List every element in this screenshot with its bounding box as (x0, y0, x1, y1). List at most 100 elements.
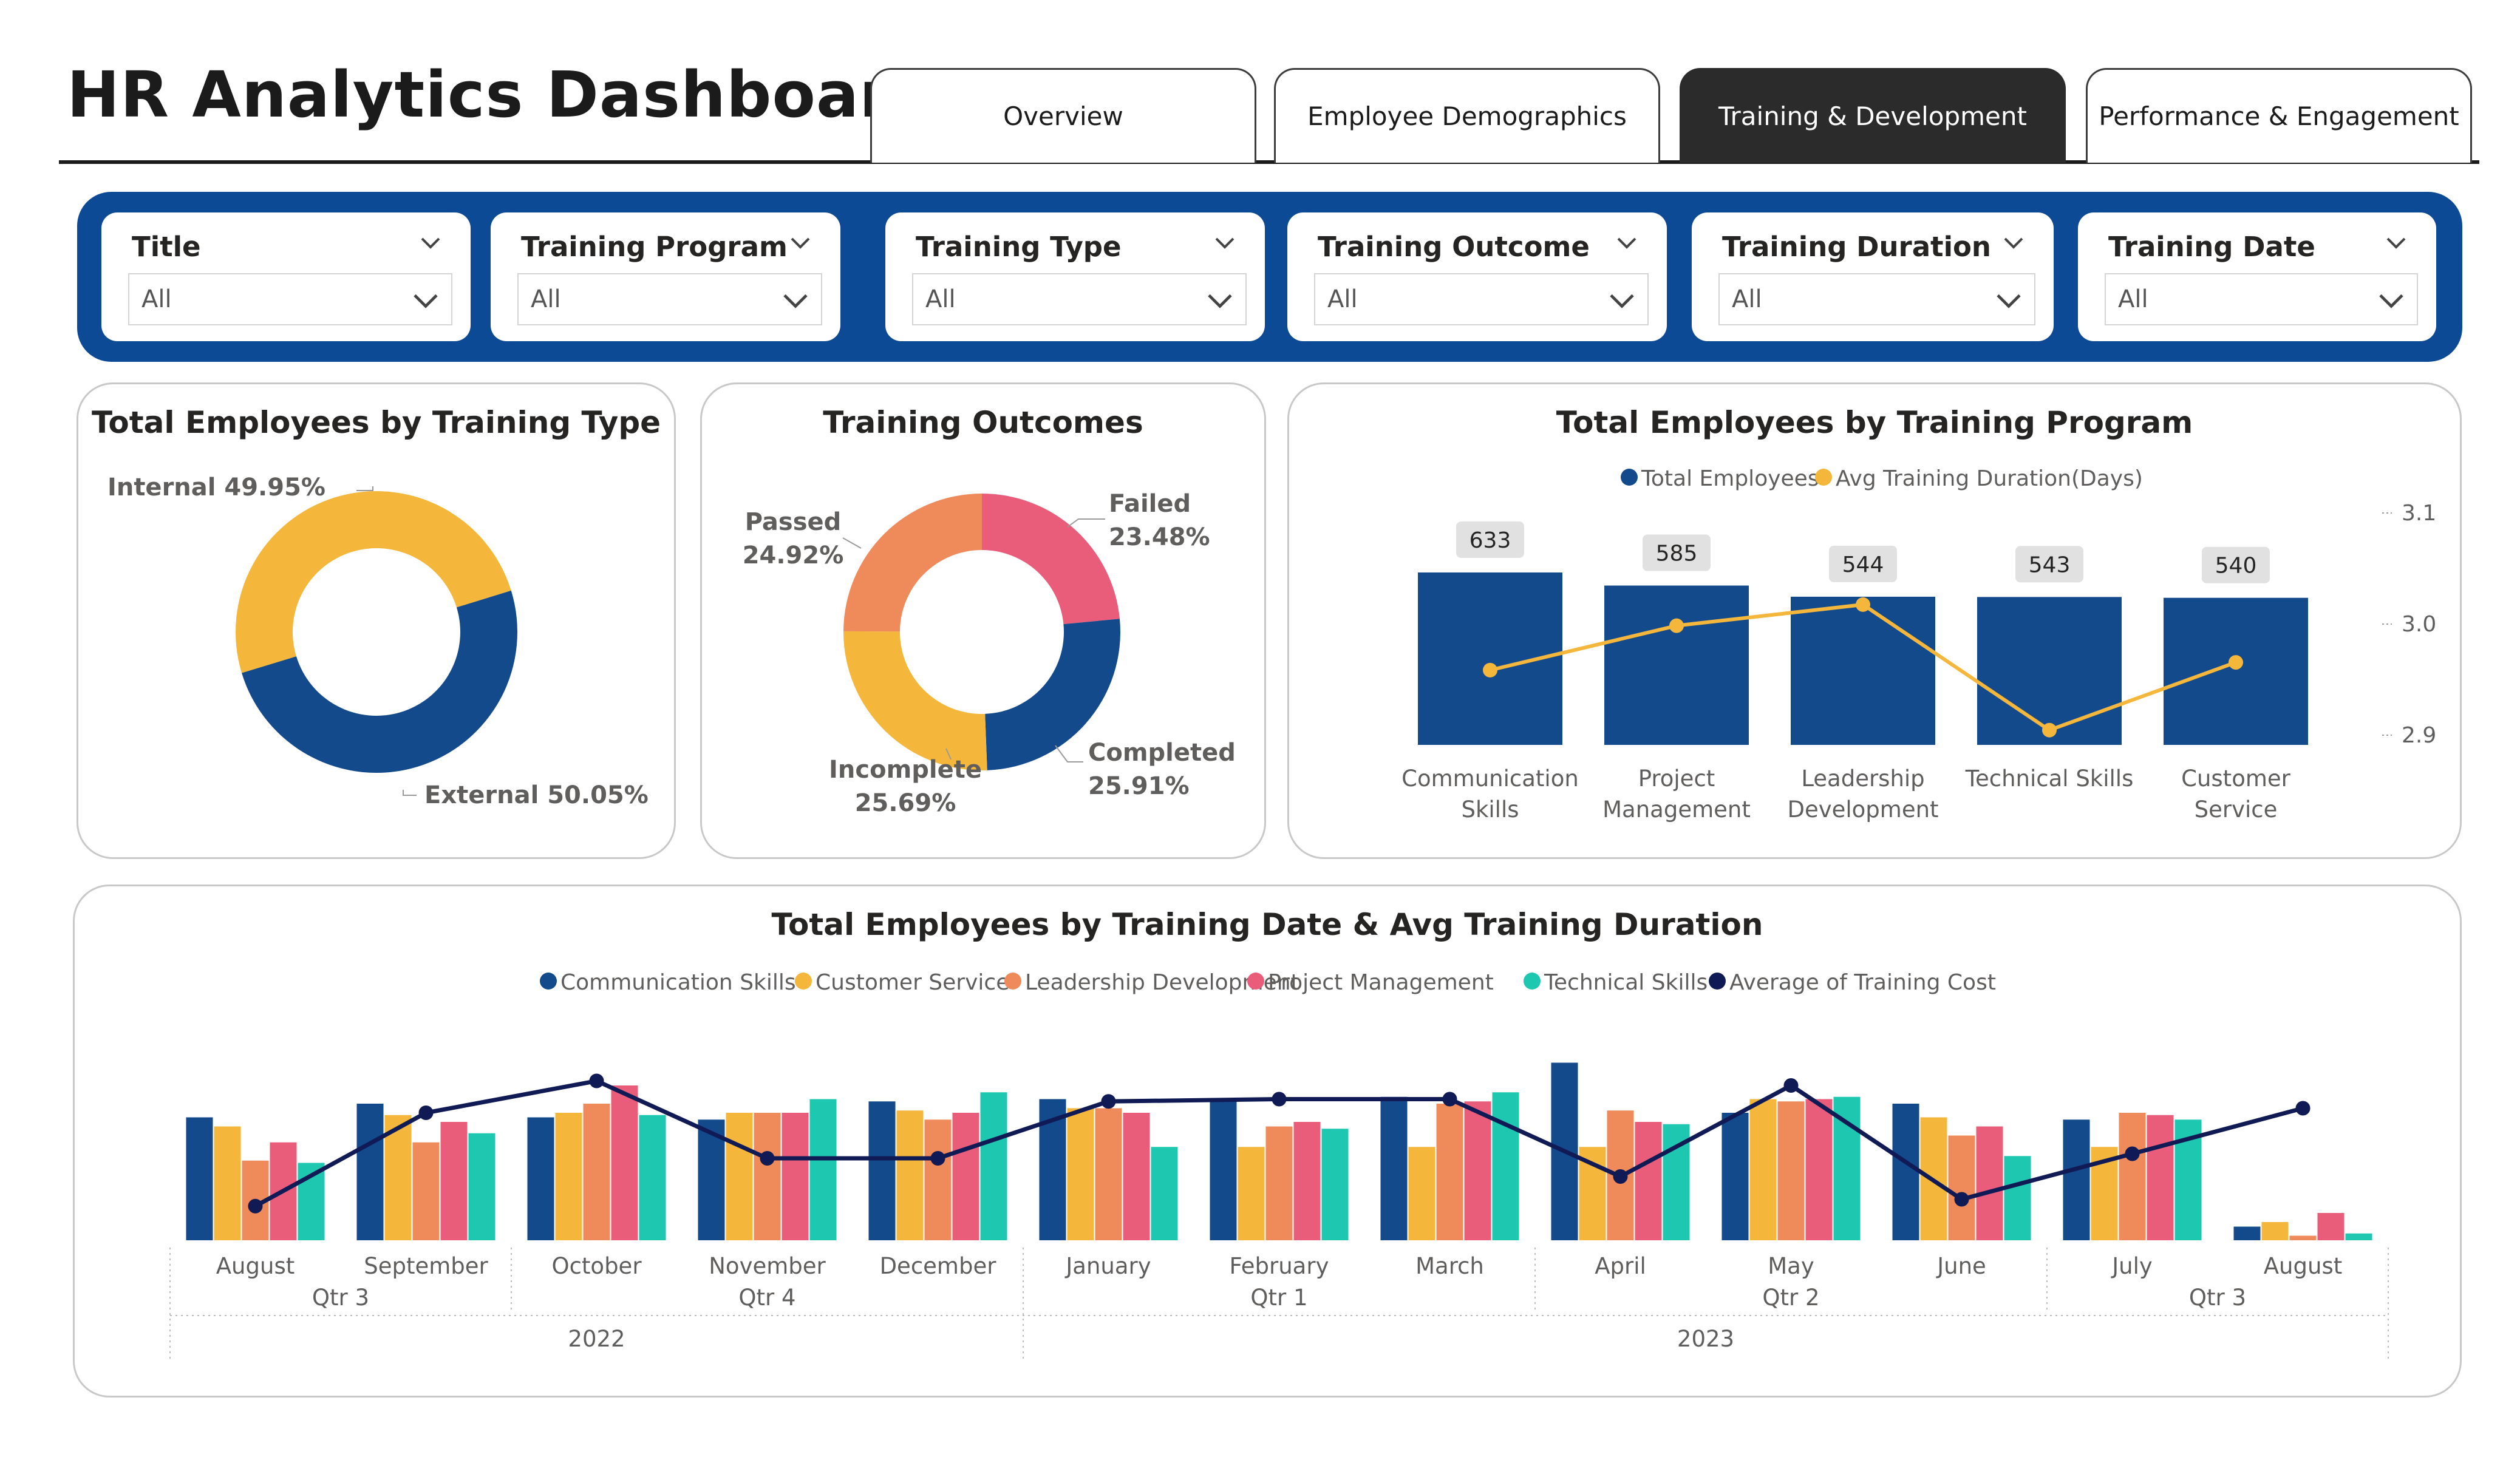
slicer-dropdown[interactable]: All (912, 273, 1247, 325)
line-point (1101, 1094, 1116, 1109)
donut-slice-passed (843, 494, 982, 632)
leader-line (842, 537, 862, 549)
chevron-down-icon[interactable] (2001, 231, 2026, 255)
data-label: 25.91% (1088, 772, 1190, 800)
category-label: Incomplete (829, 756, 982, 784)
chevron-down-icon[interactable] (1213, 231, 1237, 255)
slicer-dropdown[interactable]: All (517, 273, 822, 325)
bar (1805, 1099, 1833, 1240)
legend-label: Project Management (1268, 970, 1494, 995)
data-label: Internal 49.95% (107, 474, 325, 501)
bar (754, 1113, 781, 1240)
y2-tick-label: 3.0 (2402, 612, 2436, 637)
tab-label: Performance & Engagement (2099, 101, 2459, 131)
leader-line (356, 486, 373, 491)
x-tick-label: March (1415, 1253, 1484, 1279)
chevron-down-icon[interactable] (1994, 287, 2023, 316)
quarter-label: Qtr 2 (1762, 1285, 1819, 1311)
slicer-dropdown[interactable]: All (2105, 273, 2418, 325)
slicer-label: Training Program (521, 231, 788, 263)
x-tick-label: October (551, 1253, 642, 1279)
chevron-down-icon[interactable] (788, 231, 812, 255)
x-tick-label: January (1064, 1253, 1151, 1279)
chevron-down-icon[interactable] (1615, 231, 1639, 255)
line-point (1856, 597, 1870, 612)
slicer-dropdown[interactable]: All (128, 273, 452, 325)
tab-performance-engagement[interactable]: Performance & Engagement (2086, 68, 2472, 163)
x-tick-label: November (709, 1253, 826, 1279)
x-tick-label: August (2264, 1253, 2342, 1279)
card-training-outcomes: Training Outcomes Failed 23.48% Completed 2… (700, 382, 1266, 859)
x-tick-label: February (1230, 1253, 1329, 1279)
data-label: 543 (2029, 552, 2071, 577)
legend-label: Technical Skills (1544, 970, 1708, 995)
chevron-down-icon[interactable] (411, 287, 440, 316)
bar (1210, 1101, 1237, 1240)
x-tick-label: September (364, 1253, 488, 1279)
quarter-label: Qtr 3 (312, 1285, 369, 1311)
training-outcomes-donut: Failed 23.48% Completed 25.91% Incomplete 25.… (743, 490, 1236, 817)
slicer-dropdown[interactable]: All (1718, 273, 2035, 325)
bar (356, 1104, 384, 1240)
slicer-training-duration: Training Duration All (1692, 212, 2054, 341)
line-point (2042, 722, 2057, 738)
bar (2147, 1115, 2174, 1240)
legend-label: Average of Training Cost (1729, 970, 1996, 995)
chevron-down-icon[interactable] (2377, 287, 2406, 316)
legend-label: Total Employees (1641, 466, 1819, 491)
year-label: 2022 (568, 1326, 625, 1352)
data-label: 544 (1842, 552, 1884, 577)
slicer-value: All (1732, 285, 1762, 313)
line-point (1272, 1092, 1287, 1107)
slicer-title: Title All (101, 212, 471, 341)
quarter-label: Qtr 4 (738, 1285, 795, 1311)
data-label: 25.69% (855, 789, 956, 817)
training-program-chart: Total Employees Avg Training Duration(Day… (1401, 466, 2436, 823)
slicer-value: All (1327, 285, 1358, 313)
tab-overview[interactable]: Overview (870, 68, 1256, 163)
data-label: 24.92% (743, 542, 844, 569)
legend-label: Avg Training Duration(Days) (1836, 466, 2143, 491)
bar (1238, 1147, 1265, 1240)
slicer-training-date: Training Date All (2078, 212, 2436, 341)
tab-training-development[interactable]: Training & Development (1680, 68, 2066, 163)
legend-marker (795, 973, 812, 990)
bar (2261, 1222, 2289, 1240)
chevron-down-icon[interactable] (781, 287, 810, 316)
bar (2233, 1226, 2261, 1240)
line-point (1442, 1092, 1457, 1107)
legend-marker (1247, 973, 1264, 990)
chevron-down-icon[interactable] (1607, 287, 1636, 316)
chevron-down-icon[interactable] (418, 231, 443, 255)
slicer-value: All (2118, 285, 2148, 313)
bar (1321, 1129, 1349, 1240)
bar (468, 1133, 495, 1240)
legend-marker (1709, 973, 1726, 990)
data-label: 23.48% (1109, 523, 1210, 551)
line-point (2295, 1101, 2311, 1116)
slicer-value: All (141, 285, 172, 313)
x-tick-label: Leadership (1801, 766, 1924, 792)
training-type-donut: Internal 49.95% External 50.05% (107, 474, 649, 809)
slicer-dropdown[interactable]: All (1314, 273, 1649, 325)
chevron-down-icon[interactable] (1205, 287, 1234, 316)
chevron-down-icon[interactable] (2384, 231, 2408, 255)
bar (2063, 1119, 2090, 1240)
legend-marker (1621, 469, 1638, 486)
donut-slice-incomplete (843, 631, 987, 770)
tab-label: Employee Demographics (1307, 101, 1627, 131)
category-label: Failed (1109, 490, 1191, 518)
bar (1123, 1113, 1150, 1240)
tab-employee-demographics[interactable]: Employee Demographics (1274, 68, 1660, 163)
bar (868, 1101, 896, 1240)
bar (611, 1085, 638, 1240)
donut-slice-failed (982, 494, 1120, 625)
bar (924, 1119, 952, 1240)
slicer-label: Training Date (2108, 231, 2315, 263)
line-point (248, 1198, 263, 1214)
bar (2289, 1235, 2317, 1240)
bar (214, 1126, 241, 1240)
bar (1151, 1147, 1178, 1240)
x-tick-label: Communication (1401, 766, 1579, 792)
legend-marker (1524, 973, 1541, 990)
